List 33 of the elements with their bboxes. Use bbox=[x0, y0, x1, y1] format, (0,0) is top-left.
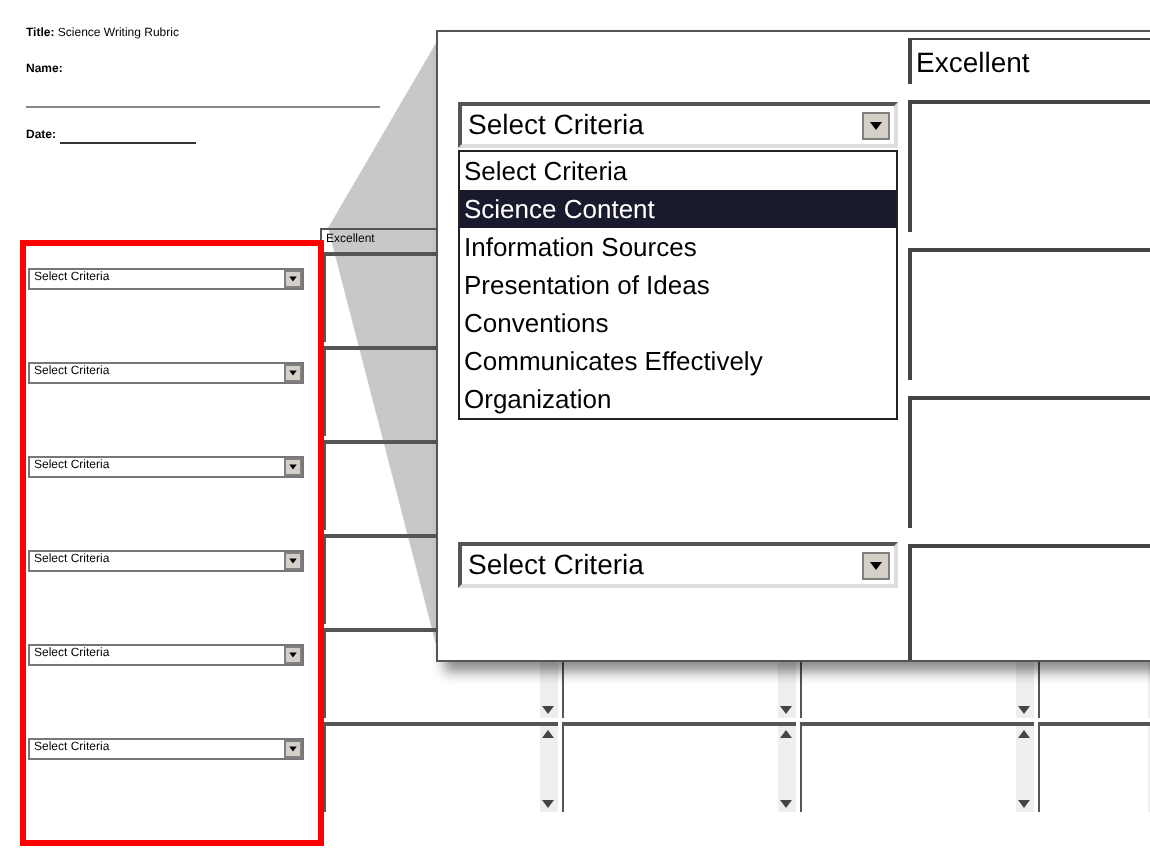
dropdown-option[interactable]: Presentation of Ideas bbox=[460, 266, 896, 304]
dropdown-arrow-icon[interactable] bbox=[284, 458, 302, 476]
scroll-down-icon[interactable] bbox=[1016, 796, 1032, 812]
text-area[interactable] bbox=[324, 722, 558, 812]
scroll-down-icon[interactable] bbox=[778, 796, 794, 812]
text-area[interactable] bbox=[908, 544, 1150, 660]
scroll-down-icon[interactable] bbox=[540, 796, 556, 812]
text-area[interactable] bbox=[908, 396, 1150, 528]
text-area[interactable] bbox=[908, 100, 1150, 232]
dropdown-option[interactable]: Organization bbox=[460, 380, 896, 418]
dropdown-option[interactable]: Communicates Effectively bbox=[460, 342, 896, 380]
text-area[interactable] bbox=[908, 248, 1150, 380]
dropdown-option[interactable]: Select Criteria bbox=[460, 152, 896, 190]
text-area[interactable] bbox=[562, 722, 796, 812]
criteria-select[interactable]: Select Criteria bbox=[458, 542, 898, 588]
dropdown-arrow-icon[interactable] bbox=[284, 270, 302, 288]
criteria-select[interactable]: Select Criteria bbox=[458, 102, 898, 148]
dropdown-option[interactable]: Conventions bbox=[460, 304, 896, 342]
scroll-down-icon[interactable] bbox=[1016, 702, 1032, 718]
dropdown-arrow-icon[interactable] bbox=[284, 740, 302, 758]
dropdown-arrow-icon[interactable] bbox=[284, 646, 302, 664]
scroll-down-icon[interactable] bbox=[778, 702, 794, 718]
text-area[interactable] bbox=[1038, 722, 1150, 812]
date-line bbox=[60, 142, 197, 144]
dropdown-arrow-icon[interactable] bbox=[284, 552, 302, 570]
scroll-up-icon[interactable] bbox=[778, 726, 794, 742]
dropdown-arrow-icon[interactable] bbox=[284, 364, 302, 382]
text-area[interactable] bbox=[800, 722, 1034, 812]
column-header: Excellent bbox=[908, 38, 1150, 84]
scroll-up-icon[interactable] bbox=[540, 726, 556, 742]
dropdown-option[interactable]: Science Content bbox=[460, 190, 896, 228]
scroll-down-icon[interactable] bbox=[540, 702, 556, 718]
scroll-up-icon[interactable] bbox=[1016, 726, 1032, 742]
